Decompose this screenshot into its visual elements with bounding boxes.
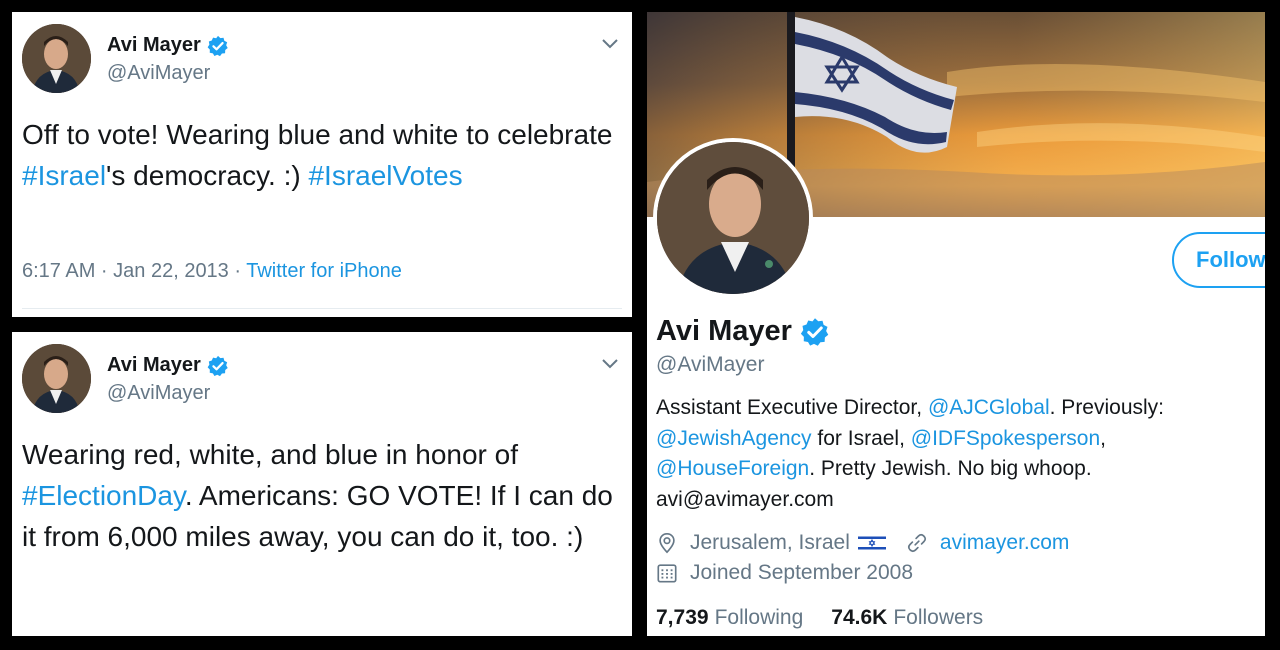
tweet-text-segment: Off to vote! Wearing blue and white to c… (22, 119, 613, 150)
avatar[interactable] (22, 344, 91, 413)
verified-badge-icon (207, 355, 228, 376)
mention-link[interactable]: @AJCGlobal (928, 396, 1050, 419)
avatar[interactable] (22, 24, 91, 93)
tweet-author-handle[interactable]: @AviMayer (107, 62, 210, 85)
followers-stat[interactable]: 74.6K Followers (831, 606, 983, 630)
bio-text: Assistant Executive Director, (656, 396, 928, 419)
following-count[interactable]: 7,739 (656, 606, 709, 629)
link-icon (907, 533, 926, 553)
israel-flag-icon (857, 535, 886, 551)
tweet-author-name[interactable]: Avi Mayer (107, 354, 229, 377)
tweet-author-name[interactable]: Avi Mayer (107, 34, 229, 57)
bio-text: . Previously: (1049, 396, 1165, 419)
tweet-text: Wearing red, white, and blue in honor of… (22, 434, 617, 557)
profile-name-text: Avi Mayer (656, 315, 792, 347)
hashtag-link[interactable]: #IsraelVotes (308, 160, 462, 191)
verified-badge-icon (207, 35, 228, 56)
hashtag-link[interactable]: #ElectionDay (22, 480, 185, 511)
tweet-author-handle[interactable]: @AviMayer (107, 382, 210, 405)
mention-link[interactable]: @IDFSpokesperson (911, 427, 1100, 450)
profile-stats: 7,739 Following 74.6K Followers (656, 606, 983, 630)
author-name-text[interactable]: Avi Mayer (107, 34, 201, 57)
author-name-text[interactable]: Avi Mayer (107, 354, 201, 377)
calendar-icon (657, 564, 677, 583)
followers-label[interactable]: Followers (893, 606, 983, 629)
chevron-down-icon[interactable] (600, 34, 620, 54)
profile-handle: @AviMayer (656, 353, 765, 376)
tweet-source-link[interactable]: Twitter for iPhone (246, 260, 402, 282)
tweet-text-segment: Wearing red, white, and blue in honor of (22, 439, 519, 470)
profile-location: Jerusalem, Israel (690, 531, 850, 554)
follow-button[interactable]: Follow (1172, 232, 1265, 288)
profile-card: Follow Avi Mayer @AviMayer Assistant Exe… (647, 12, 1265, 636)
bio-text: for Israel, (811, 426, 911, 450)
verified-badge-icon (800, 317, 829, 346)
hashtag-link[interactable]: #Israel (22, 160, 106, 191)
profile-name: Avi Mayer (656, 315, 830, 348)
profile-avatar[interactable] (653, 138, 813, 298)
tweet-text: Off to vote! Wearing blue and white to c… (22, 114, 617, 196)
location-pin-icon (659, 533, 675, 554)
bio-text: , (1100, 426, 1107, 450)
tweet-card-1: Avi Mayer @AviMayer Off to vote! Wearing… (12, 12, 632, 317)
tweet-timestamp: 6:17 AM · Jan 22, 2013 · Twitter for iPh… (22, 260, 402, 283)
divider (22, 308, 622, 309)
profile-joined-date: Joined September 2008 (690, 561, 913, 584)
profile-bio: Assistant Executive Director, @AJCGlobal… (656, 393, 1256, 515)
followers-count[interactable]: 74.6K (831, 606, 887, 629)
tweet-time[interactable]: 6:17 AM · Jan 22, 2013 · (22, 260, 246, 282)
profile-joined-row: Joined September 2008 (656, 561, 913, 585)
mention-link[interactable]: @HouseForeign (656, 457, 809, 480)
tweet-text-segment: 's democracy. :) (106, 160, 309, 191)
profile-website-link[interactable]: avimayer.com (940, 531, 1070, 555)
profile-location-row: Jerusalem, Israel avimayer.com (656, 531, 1069, 555)
following-stat[interactable]: 7,739 Following (656, 606, 803, 630)
following-label[interactable]: Following (715, 606, 804, 629)
tweet-card-2: Avi Mayer @AviMayer Wearing red, white, … (12, 332, 632, 636)
chevron-down-icon[interactable] (600, 354, 620, 374)
mention-link[interactable]: @JewishAgency (656, 427, 812, 450)
